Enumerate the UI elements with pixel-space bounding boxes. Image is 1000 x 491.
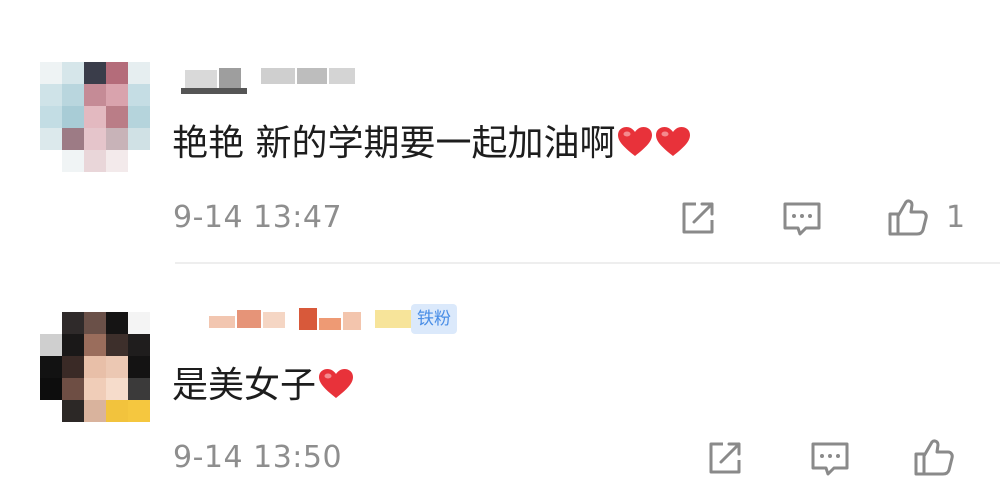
forward-button[interactable]: [703, 436, 747, 480]
reply-button[interactable]: [808, 436, 852, 480]
comment-text: 是美女子: [172, 364, 354, 408]
like-button[interactable]: [912, 436, 956, 480]
thumbs-up-icon: [888, 199, 928, 236]
comment-text: 艳艳 新的学期要一起加油啊: [172, 122, 691, 166]
heart-icon: [319, 369, 354, 398]
avatar[interactable]: [40, 312, 150, 422]
comment-icon: [811, 442, 849, 476]
comment-text-content: 是美女子: [172, 365, 317, 406]
forward-icon: [709, 442, 741, 474]
comment-icon: [783, 202, 821, 236]
comment-item: 铁粉 是美女子 9-14 13:50: [0, 264, 1000, 491]
username-blurred[interactable]: [175, 64, 375, 94]
timestamp: 9-14 13:50: [173, 440, 343, 475]
heart-icon: [656, 127, 691, 156]
thumbs-up-icon: [914, 439, 954, 476]
fan-badge: 铁粉: [411, 304, 457, 334]
comment-text-content: 艳艳 新的学期要一起加油啊: [172, 123, 616, 164]
comment-item: 艳艳 新的学期要一起加油啊 9-14 13:47 1: [0, 0, 1000, 262]
like-button[interactable]: [886, 196, 930, 240]
forward-button[interactable]: [676, 196, 720, 240]
avatar[interactable]: [40, 62, 150, 172]
forward-icon: [682, 202, 714, 234]
heart-icon: [618, 127, 653, 156]
reply-button[interactable]: [780, 196, 824, 240]
like-count: 1: [946, 200, 966, 235]
timestamp: 9-14 13:47: [173, 200, 343, 235]
